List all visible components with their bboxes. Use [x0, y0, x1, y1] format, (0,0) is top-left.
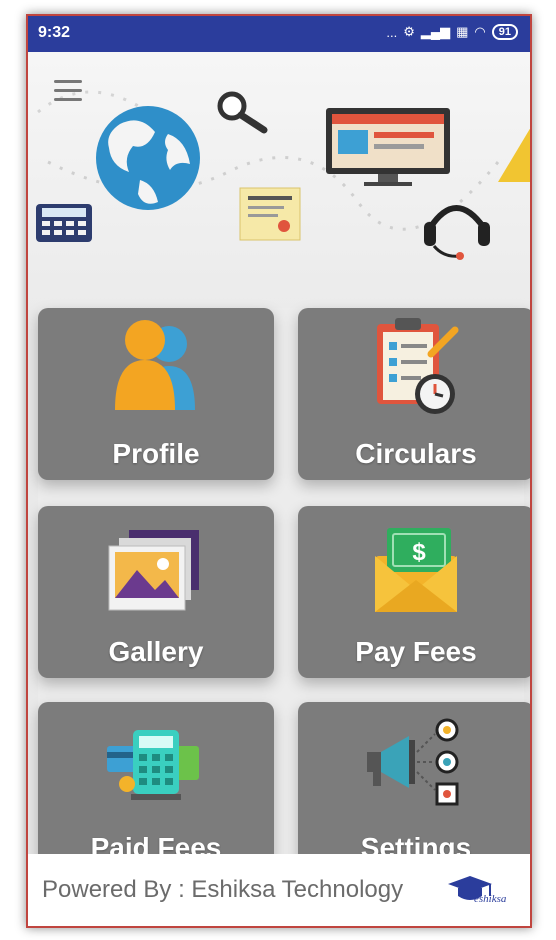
- powered-by-text: Powered By : Eshiksa Technology: [42, 876, 404, 903]
- pay-fees-label: Pay Fees: [355, 636, 477, 667]
- gallery-tile[interactable]: Gallery: [38, 506, 274, 678]
- app-screen: 9:32 ... ⚙ ▂▄▆ ▦ ◠ 91 Profile Circulars …: [26, 14, 532, 928]
- logo-text: eshiksa: [474, 893, 507, 905]
- circulars-icon: [377, 318, 459, 414]
- gallery-icon: [108, 530, 199, 611]
- settings-tile[interactable]: Settings: [298, 702, 530, 874]
- hamburger-menu-icon[interactable]: [54, 80, 82, 107]
- menu-grid: Profile Circulars Gallery $ Pay Fees Pai…: [38, 308, 530, 874]
- profile-tile[interactable]: Profile: [38, 308, 274, 480]
- calculator-icon: [36, 204, 92, 242]
- settings-icon: [367, 718, 459, 806]
- globe-icon: [96, 106, 200, 210]
- pay-fees-icon: $: [375, 528, 457, 612]
- signal-icon: ▂▄▆: [420, 24, 451, 39]
- battery-icon: 91: [491, 24, 518, 40]
- status-time: 9:32: [38, 24, 71, 41]
- eshiksa-logo: eshiksa: [448, 876, 507, 905]
- volte-icon: ▦: [456, 24, 469, 39]
- hero-banner: [28, 52, 530, 310]
- status-icons: ... ⚙ ▂▄▆ ▦ ◠ 91: [386, 24, 518, 40]
- wifi-icon: ◠: [474, 24, 486, 39]
- paid-fees-icon: [107, 730, 199, 800]
- certificate-icon: [239, 187, 301, 241]
- status-bar: 9:32 ... ⚙ ▂▄▆ ▦ ◠ 91: [28, 16, 530, 52]
- education-banner-illustration: [36, 90, 530, 260]
- gallery-label: Gallery: [108, 636, 204, 667]
- paid-fees-tile[interactable]: Paid Fees: [38, 702, 274, 874]
- profile-label: Profile: [112, 438, 200, 469]
- pay-fees-tile[interactable]: $ Pay Fees: [298, 506, 530, 678]
- svg-text:$: $: [412, 539, 426, 566]
- profile-icon: [115, 320, 195, 410]
- circulars-label: Circulars: [355, 438, 477, 469]
- monitor-icon: [326, 108, 450, 186]
- circulars-tile[interactable]: Circulars: [298, 308, 530, 480]
- alarm-icon: ⚙: [403, 24, 415, 39]
- headset-icon: [424, 205, 490, 260]
- magnifier-icon: [217, 91, 268, 134]
- notification-dots: ...: [386, 24, 398, 40]
- footer: Powered By : Eshiksa Technology eshiksa: [28, 854, 530, 926]
